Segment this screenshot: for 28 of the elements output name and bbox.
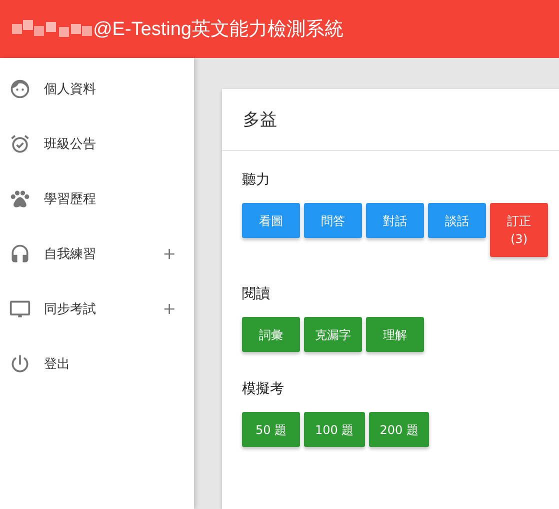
expand-toggle[interactable]: +	[162, 299, 176, 318]
sidebar-item[interactable]: 同步考試 +	[0, 281, 194, 336]
headphones-icon	[9, 242, 31, 264]
power-icon	[9, 352, 31, 374]
expand-toggle[interactable]: +	[162, 244, 176, 263]
alarm-clock-icon	[9, 132, 31, 154]
sidebar-item[interactable]: 登出	[0, 336, 194, 391]
sidebar-item[interactable]: 學習歷程	[0, 171, 194, 226]
practice-button[interactable]: 克漏字	[304, 317, 362, 352]
practice-button[interactable]: 詞彙	[242, 317, 300, 352]
card-title: 多益	[243, 109, 277, 131]
section-heading: 聽力	[242, 171, 271, 189]
practice-button[interactable]: 50 題	[242, 412, 300, 447]
practice-button[interactable]: 問答	[304, 203, 362, 238]
app-title: @E-Testing英文能力檢測系統	[93, 18, 344, 42]
practice-button[interactable]: 理解	[366, 317, 424, 352]
practice-button[interactable]: 100 題	[304, 412, 365, 447]
practice-button[interactable]: 訂正 (3)	[490, 203, 548, 257]
sidebar-item[interactable]: 班級公告	[0, 116, 194, 171]
section-heading: 閱讀	[242, 285, 271, 303]
practice-button[interactable]: 對話	[366, 203, 424, 238]
sidebar-item[interactable]: 個人資料	[0, 61, 194, 116]
practice-button[interactable]: 200 題	[368, 412, 430, 447]
sidebar-item[interactable]: 自我練習 +	[0, 226, 194, 281]
face-icon	[9, 78, 31, 100]
practice-button[interactable]: 看圖	[242, 203, 300, 238]
section-heading: 模擬考	[242, 380, 285, 398]
practice-button[interactable]: 談話	[428, 203, 486, 238]
